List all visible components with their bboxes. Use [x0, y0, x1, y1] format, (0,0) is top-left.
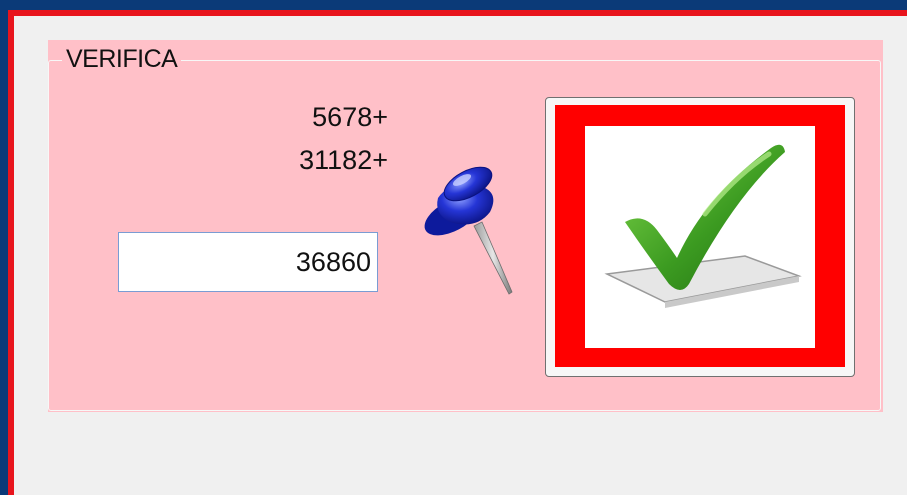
verify-button[interactable]: [545, 97, 855, 377]
check-image: [585, 126, 815, 348]
checkmark-icon: [604, 144, 802, 308]
pushpin-icon: [424, 166, 513, 295]
addend-2-label: 31182+: [299, 145, 388, 175]
answer-input[interactable]: [118, 232, 378, 292]
groupbox-legend: VERIFICA: [62, 44, 182, 74]
check-frame: [555, 105, 845, 367]
addend-1-label: 5678+: [312, 102, 388, 132]
